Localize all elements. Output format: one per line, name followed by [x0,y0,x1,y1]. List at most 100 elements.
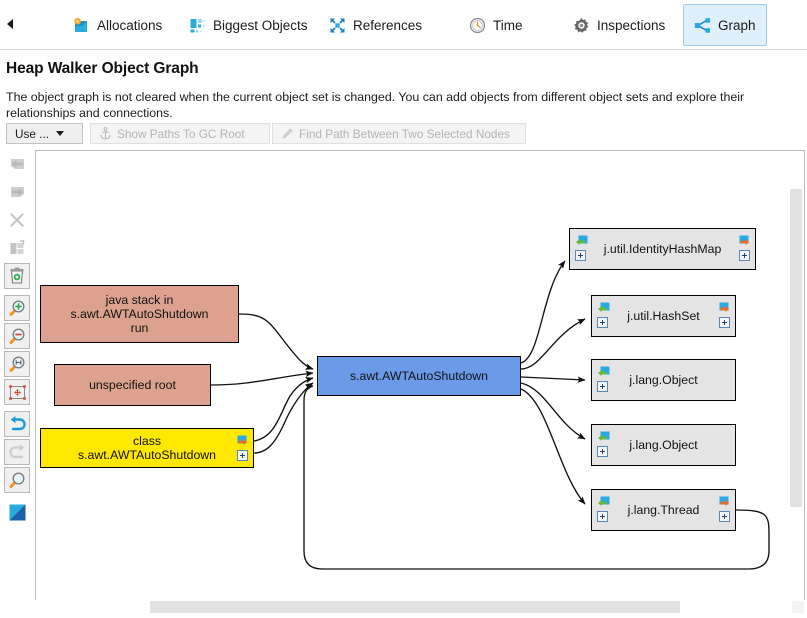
incoming-references-icon [576,235,588,245]
zoom-in-icon [9,299,25,316]
tab-graph[interactable]: Graph [683,4,767,46]
incoming-expand[interactable] [597,511,608,522]
expand-incoming-button[interactable] [597,317,608,328]
graph-icon [694,17,710,33]
clear-graph-button[interactable] [4,263,30,289]
outgoing-expand[interactable] [739,250,750,261]
vertical-scrollbar[interactable] [789,152,803,610]
graph-node[interactable]: s.awt.AWTAutoShutdown [317,356,521,396]
remove-node-icon [10,239,25,254]
graph-node[interactable]: java stack in s.awt.AWTAutoShutdown run [40,285,239,343]
tab-inspections[interactable]: Inspections [562,4,676,46]
find-path-button-label: Find Path Between Two Selected Nodes [299,126,510,141]
find-path-between-nodes-button[interactable]: Find Path Between Two Selected Nodes [272,123,526,144]
zoom-100-icon [9,355,25,372]
tab-biggest-objects[interactable]: Biggest Objects [178,4,319,46]
tab-allocations[interactable]: Allocations [62,4,173,46]
expand-outgoing-button[interactable] [719,317,730,328]
tab-time[interactable]: Time [458,4,534,46]
export-button[interactable] [4,499,30,525]
zoom-in-button[interactable] [4,295,30,321]
graph-node-label: j.lang.Object [629,438,698,452]
outgoing-expand[interactable] [719,511,730,522]
horizontal-scrollbar[interactable] [35,600,805,614]
graph-edge[interactable] [520,382,586,440]
arrow-right-box-icon [10,186,24,197]
anchor-icon [100,127,111,140]
chevron-down-icon [56,131,65,136]
graph-node-label: j.lang.Thread [627,503,700,517]
graph-node[interactable]: j.lang.Object [591,359,736,401]
incoming-badge [597,366,611,379]
outgoing-expand[interactable] [719,317,730,328]
expand-incoming-button[interactable] [597,446,608,457]
tab-label: References [353,17,423,33]
graph-node[interactable]: j.lang.Object [591,424,736,466]
incoming-expand[interactable] [597,446,608,457]
outgoing-references-icon [237,435,247,445]
zoom-reset-button[interactable] [4,351,30,377]
incoming-badge [597,302,611,315]
outgoing-references-icon [739,235,749,245]
expand-outgoing-button[interactable] [719,511,730,522]
time-icon [469,17,486,33]
remove-selected-nodes-button[interactable] [4,207,30,233]
inspections-icon [574,17,589,33]
add-incoming-references-button[interactable] [4,151,30,177]
biggest-objects-icon [190,18,205,32]
outgoing-badge [234,435,248,448]
tab-label: Graph [718,17,756,33]
incoming-badge [597,431,611,444]
incoming-references-icon [598,496,610,506]
add-outgoing-references-button[interactable] [4,179,30,205]
scrollbar-corner [792,601,804,613]
graph-edge[interactable] [303,384,770,570]
tab-label: Time [493,17,523,33]
x-mark-icon [10,213,24,227]
arrow-left-box-icon [10,158,24,169]
tab-bar: Allocations Biggest Objects References T… [0,0,807,50]
show-paths-to-gc-root-button[interactable]: Show Paths To GC Root [90,123,270,144]
incoming-expand[interactable] [597,381,608,392]
zoom-out-button[interactable] [4,323,30,349]
undo-icon [10,416,26,431]
outgoing-references-icon [719,302,729,312]
incoming-expand[interactable] [575,250,586,261]
fit-content-button[interactable] [4,379,30,405]
outgoing-badge [736,235,750,248]
expand-incoming-button[interactable] [575,250,586,261]
graph-edge[interactable] [520,376,586,383]
expand-outgoing-button[interactable] [237,450,248,461]
remove-unconnected-nodes-button[interactable] [4,235,30,261]
incoming-references-icon [598,302,610,312]
graph-node[interactable]: j.util.HashSet [591,295,736,337]
incoming-references-icon [598,366,610,376]
expand-incoming-button[interactable] [597,511,608,522]
find-button[interactable] [4,467,30,493]
graph-edge[interactable] [238,313,314,370]
tab-references[interactable]: References [318,4,433,46]
graph-edge[interactable] [520,388,586,505]
graph-edge[interactable] [520,260,566,364]
back-arrow-icon[interactable] [7,19,13,29]
expand-incoming-button[interactable] [597,381,608,392]
horizontal-scrollbar-thumb[interactable] [150,601,680,613]
graph-node-label: class s.awt.AWTAutoShutdown [77,434,217,462]
export-icon [9,504,25,520]
expand-outgoing-button[interactable] [739,250,750,261]
graph-node[interactable]: class s.awt.AWTAutoShutdown [40,428,254,468]
incoming-expand[interactable] [597,317,608,328]
redo-button[interactable] [4,439,30,465]
outgoing-expand[interactable] [237,450,248,461]
graph-edge[interactable] [210,370,314,386]
undo-button[interactable] [4,411,30,437]
graph-node[interactable]: j.lang.Thread [591,489,736,531]
vertical-scrollbar-thumb[interactable] [790,189,802,507]
incoming-badge [575,235,589,248]
graph-node-label: unspecified root [89,378,176,392]
graph-node[interactable]: j.util.IdentityHashMap [569,228,756,270]
graph-node[interactable]: unspecified root [54,364,211,406]
graph-canvas[interactable]: java stack in s.awt.AWTAutoShutdown run uns… [35,150,805,611]
graph-edge[interactable] [520,318,586,370]
use-button[interactable]: Use ... [6,123,83,144]
